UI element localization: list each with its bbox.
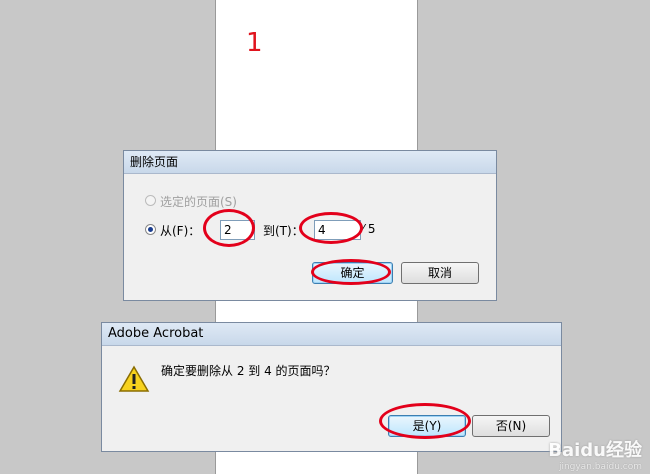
warning-icon (118, 365, 150, 392)
dialog-title: 删除页面 (124, 151, 496, 174)
confirm-dialog: Adobe Acrobat 确定要删除从 2 到 4 的页面吗？ 是(Y) 否(… (101, 322, 562, 452)
total-pages-label: ⁄ 5 (362, 222, 376, 236)
from-range-radio[interactable] (145, 224, 156, 235)
selected-pages-label: 选定的页面(S) (160, 195, 237, 209)
selected-pages-radio[interactable] (145, 195, 156, 206)
from-label: 从(F)： (160, 224, 201, 238)
page-number-annotation: 1 (246, 28, 263, 58)
confirm-dialog-title: Adobe Acrobat (102, 323, 561, 346)
watermark-sub: jingyan.baidu.com (558, 462, 642, 472)
baidu-watermark: Baidu经验 jingyan.baidu.com (548, 436, 642, 472)
yes-button[interactable]: 是(Y) (388, 415, 466, 437)
to-page-input[interactable] (314, 220, 361, 240)
ok-button[interactable]: 确定 (312, 262, 393, 284)
confirm-message: 确定要删除从 2 到 4 的页面吗？ (161, 364, 336, 378)
from-page-input[interactable] (220, 220, 255, 240)
watermark-main: Baidu经验 (548, 440, 642, 461)
no-button[interactable]: 否(N) (472, 415, 550, 437)
delete-pages-dialog: 删除页面 选定的页面(S) 从(F)： 到(T)： ⁄ 5 确定 取消 (123, 150, 497, 301)
cancel-button[interactable]: 取消 (401, 262, 479, 284)
to-label: 到(T)： (263, 224, 304, 238)
